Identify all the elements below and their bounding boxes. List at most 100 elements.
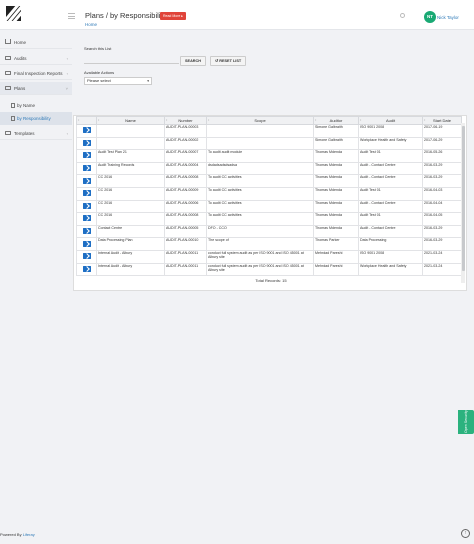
table-scrollbar[interactable]: [461, 123, 465, 283]
plans-table-panel: ↕ ↕ Name ↕ Number ↕ Scope ↕ Auditor ↕ Audit ↕ Start …: [73, 115, 467, 291]
column-header-label: Scope: [254, 118, 266, 123]
brand-logo[interactable]: [6, 6, 21, 21]
table-cell: AUDIT-PLAN-00011: [164, 262, 207, 277]
sort-icon[interactable]: ↕: [360, 118, 362, 122]
table-row: AUDIT-PLAN-00003 Simone Galbraith ISO 9001…: [76, 124, 462, 138]
table-cell: CC 2016: [96, 212, 165, 226]
sort-icon[interactable]: ↕: [166, 118, 168, 122]
table-cell: CC 2016: [96, 174, 165, 188]
table-cell: 2017-06-19: [422, 124, 462, 138]
sort-icon[interactable]: ↕: [424, 118, 426, 122]
scroll-top-button[interactable]: ↑: [461, 529, 470, 538]
sort-icon[interactable]: ↕: [208, 118, 210, 122]
breadcrumb-home-link[interactable]: Home: [85, 22, 97, 27]
open-security-tab[interactable]: Open Security: [458, 410, 474, 434]
table-cell: 2017-06-29: [422, 136, 462, 151]
sidebar-item-home[interactable]: Home: [0, 36, 72, 49]
available-actions-select[interactable]: Please select ▾: [84, 77, 152, 85]
table-cell: Internal Audit - Albury: [96, 249, 165, 264]
column-header[interactable]: ↕ Start Date: [422, 116, 462, 125]
edit-icon[interactable]: [82, 227, 91, 234]
menu-toggle-icon[interactable]: [68, 13, 75, 21]
table-cell: AUDIT-PLAN-00008: [164, 212, 207, 226]
table-cell: conduct full system audit as per ISO 900…: [206, 262, 314, 277]
edit-icon[interactable]: [82, 240, 91, 247]
sort-icon[interactable]: ↕: [78, 118, 80, 122]
table-cell: 2016-03-29: [422, 237, 462, 251]
edit-icon[interactable]: [82, 253, 91, 260]
table-cell: 2016-03-29: [422, 224, 462, 239]
table-cell: Mehrdad Pareshi: [313, 262, 359, 277]
column-header[interactable]: ↕: [76, 116, 97, 125]
sidebar-item-by-name[interactable]: by Name: [0, 99, 72, 112]
edit-icon[interactable]: [82, 265, 91, 272]
table-cell: AUDIT-PLAN-00008: [164, 174, 207, 188]
column-header[interactable]: ↕ Name: [96, 116, 165, 125]
edit-icon[interactable]: [82, 164, 91, 171]
read-more-button[interactable]: Read More ▸: [160, 12, 187, 20]
column-header[interactable]: ↕ Audit: [358, 116, 423, 125]
column-header[interactable]: ↕ Auditor: [313, 116, 359, 125]
available-actions-label: Available Actions: [84, 70, 115, 75]
folder-icon: [5, 56, 11, 60]
table-row: Internal Audit - Albury AUDIT-PLAN-00011 c…: [76, 249, 462, 264]
table-cell: Workplace Health and Safety: [358, 262, 423, 277]
table-cell: Thomas Parker: [313, 237, 359, 251]
user-name-link[interactable]: Nick Taylor: [437, 15, 459, 20]
column-header-label: Auditor: [329, 118, 343, 123]
edit-cell: [76, 237, 97, 251]
search-label: Search this List: [84, 46, 112, 51]
table-cell: 2016-03-29: [422, 161, 462, 176]
select-value: Please select: [87, 78, 111, 83]
edit-icon[interactable]: [82, 190, 91, 197]
sidebar-item-label: by Responsibility: [17, 116, 51, 121]
chevron-down-icon: ˅: [65, 86, 68, 91]
table-cell: Thomas Mdenda: [313, 186, 359, 201]
table-cell: 2021-03-24: [422, 249, 462, 264]
footer: Powered By Liferay: [0, 532, 35, 537]
scrollbar-thumb[interactable]: [461, 126, 465, 271]
avatar[interactable]: NT: [424, 11, 436, 23]
page-title: Plans / by Responsibility: [85, 11, 167, 20]
sidebar-item-plans[interactable]: Plans ˅: [0, 82, 72, 95]
table-cell: Mehrdad Pareshi: [313, 249, 359, 264]
liferay-link[interactable]: Liferay: [23, 532, 35, 537]
column-header[interactable]: ↕ Number: [164, 116, 207, 125]
search-input[interactable]: [84, 54, 179, 64]
table-cell: Thomas Mdenda: [313, 224, 359, 239]
sidebar: Home Audits ‹ Final Inspection Reports ‹…: [0, 33, 72, 140]
edit-icon[interactable]: [82, 139, 91, 146]
table-cell: To audit CC activities: [206, 186, 314, 201]
column-header[interactable]: ↕ Scope: [206, 116, 314, 125]
sort-icon[interactable]: ↕: [98, 118, 100, 122]
table-cell: Audit - Contact Centre: [358, 199, 423, 214]
table-cell: Audit - Contact Centre: [358, 174, 423, 188]
edit-icon[interactable]: [82, 152, 91, 159]
chevron-left-icon: ‹: [66, 71, 68, 76]
reset-list-button[interactable]: ↺ RESET LIST: [210, 56, 247, 66]
document-icon: [11, 103, 15, 108]
edit-cell: [76, 124, 97, 138]
sidebar-item-final-inspection-reports[interactable]: Final Inspection Reports ‹: [0, 67, 72, 80]
table-cell: Simone Galbraith: [313, 136, 359, 151]
edit-icon[interactable]: [82, 127, 91, 134]
search-icon[interactable]: [400, 13, 405, 18]
table-cell: To audit CC activities: [206, 199, 314, 214]
edit-icon[interactable]: [82, 202, 91, 209]
edit-cell: [76, 161, 97, 176]
table-cell: 2016-04-05: [422, 212, 462, 226]
table-cell: Contact Centre: [96, 224, 165, 239]
sidebar-item-audits[interactable]: Audits ‹: [0, 52, 72, 65]
edit-icon[interactable]: [82, 177, 91, 184]
sidebar-item-templates[interactable]: Templates ‹: [0, 127, 72, 140]
sidebar-item-label: Home: [14, 40, 27, 45]
sidebar-item-by-responsibility[interactable]: by Responsibility: [0, 112, 72, 125]
edit-icon[interactable]: [82, 215, 91, 222]
table-cell: AUDIT-PLAN-00002: [164, 136, 207, 151]
sort-icon[interactable]: ↕: [315, 118, 317, 122]
search-button[interactable]: SEARCH: [180, 56, 207, 66]
sidebar-item-label: Final Inspection Reports: [14, 71, 63, 76]
table-row: Data Processing Plan AUDIT-PLAN-00010 The …: [76, 237, 462, 251]
table-cell: Audit Test 01: [358, 212, 423, 226]
edit-cell: [76, 174, 97, 188]
